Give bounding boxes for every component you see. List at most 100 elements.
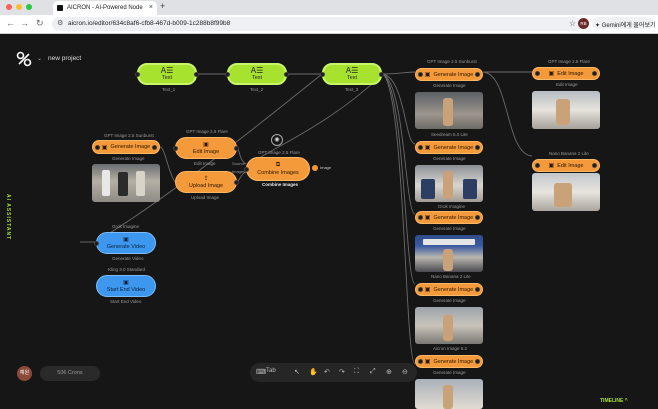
fit-view-icon[interactable]: ⤢ [370,368,376,376]
node-caption: Start End Video [110,299,142,304]
undo-icon[interactable]: ↶ [324,368,330,376]
node-button-label: Combine Images [257,170,299,176]
node-caption: Text_1 [162,87,176,92]
edge [382,71,416,75]
node-button-label: Generate Image [433,144,474,151]
redo-icon[interactable]: ↷ [339,368,345,376]
image-icon: ▣ [101,144,108,151]
project-name[interactable]: new project [48,55,81,62]
generate-image-node[interactable]: ▣ Generate Image [92,140,160,154]
edit-image-node[interactable]: ▣ Edit Image [532,67,600,80]
text-node-1[interactable]: A☰ Text [135,63,199,85]
output-port[interactable] [312,165,318,171]
generated-image-thumbnail[interactable] [415,92,483,129]
zoom-in-icon[interactable]: ⊕ [386,368,392,376]
node-canvas[interactable]: ⌄ new project A☰ Text Text_1 A☰ Text Tex… [0,34,658,409]
node-caption: Aicron Image 6.2 [433,346,468,351]
maximize-window-button[interactable] [26,4,32,10]
address-bar[interactable]: ⚙ aicron.io/editor/634c8af6-cfb8-467d-b0… [52,17,582,31]
image-icon: ▣ [424,359,431,365]
edit-image-icon: ▣ [548,163,555,169]
node-caption: Text_2 [250,87,264,92]
close-window-button[interactable] [6,4,12,10]
profile-avatar[interactable]: RB [578,18,589,29]
generate-image-node[interactable]: ▣ Generate Image [415,283,483,296]
node-button-label: Start End Video [106,287,146,293]
edit-image-icon: ▣ [548,71,555,77]
node-model-label: GPT Image 2.5 Flare [186,129,228,134]
generate-video-node[interactable]: ▣ Generate Video [94,232,156,254]
edit-image-node[interactable]: ▣ Edit Image [532,159,600,172]
node-button-label: Generate Image [110,144,151,150]
forward-icon[interactable]: → [20,18,29,28]
back-icon[interactable]: ← [6,18,15,28]
zoom-out-icon[interactable]: ⊖ [402,368,408,376]
timeline-toggle[interactable]: TIMELINE ^ [600,398,628,404]
generated-image-thumbnail[interactable] [415,307,483,344]
image-icon: ▣ [424,72,431,78]
crop-icon[interactable]: ⛶ [354,368,359,376]
preview-eye-icon[interactable]: ◉ [271,134,283,146]
start-end-video-node[interactable]: ▣ Start End Video [96,275,156,297]
edit-image-node[interactable]: ▣ Edit Image [173,137,239,159]
edited-image-thumbnail[interactable] [532,173,600,211]
node-caption: Seedream 5.0 Lite [431,132,468,137]
node-model-label: Kling 3.0 Standard [108,267,146,272]
node-caption: Generate Image [433,83,466,88]
generated-image-thumbnail[interactable] [92,164,160,202]
node-caption: Upload Image [191,195,220,200]
edge [382,73,416,285]
user-avatar[interactable]: 예원 [17,366,32,381]
image-icon: ▣ [424,145,431,151]
edited-image-thumbnail[interactable] [532,91,600,129]
chevron-down-icon[interactable]: ⌄ [37,55,42,62]
text-node-3[interactable]: A☰ Text [320,63,384,85]
node-caption: Text_3 [345,87,359,92]
edge [159,146,176,183]
node-button-label: Generate Video [106,244,146,250]
node-caption: Edit Image [556,82,578,87]
node-caption: Generate Video [112,256,144,261]
site-settings-icon[interactable]: ⚙ [57,19,63,27]
aicron-logo-icon[interactable] [16,51,32,67]
node-caption: Generate Image [433,226,466,231]
text-icon: A☰ [250,66,264,75]
generate-image-node[interactable]: ▣ Generate Image [415,355,483,368]
keyboard-icon[interactable]: ⌨ [256,368,266,376]
ai-assistant-tab[interactable]: AI ASSISTANT [2,194,12,254]
timeline-label: TIMELINE [600,398,624,404]
node-button-label: Generate Image [433,214,474,221]
browser-tab[interactable]: AICRON - AI-Powered Node × [53,1,157,15]
node-model-label: GPT Image 2.5 Flare [258,150,300,155]
generate-image-node[interactable]: ▣ Generate Image [415,141,483,154]
text-node-2[interactable]: A☰ Text [225,63,289,85]
close-tab-icon[interactable]: × [149,4,153,11]
node-button-label: Generate Image [433,286,474,293]
crons-balance[interactable]: 506 Crons [40,366,100,381]
node-caption: Generate Image [433,298,466,303]
edit-image-icon: ▣ [203,142,209,148]
generated-image-thumbnail[interactable] [415,235,483,272]
gemini-button[interactable]: ✦ Gemini에게 물어보기 [592,17,656,29]
upload-image-node[interactable]: ⇪ Upload Image [175,171,239,193]
text-icon: A☰ [160,66,174,75]
image-icon: ▣ [424,215,431,221]
node-button-label: Edit Image [192,149,220,155]
edge [482,71,533,157]
pointer-icon[interactable]: ↖ [294,368,300,376]
new-tab-button[interactable]: + [160,1,165,11]
hand-icon[interactable]: ✋ [309,368,318,376]
generate-image-node[interactable]: ▣ Generate Image [415,211,483,224]
generate-image-node[interactable]: ▣ Generate Image [415,68,483,81]
minimize-window-button[interactable] [16,4,22,10]
generated-image-thumbnail[interactable] [415,379,483,409]
tab-title: AICRON - AI-Powered Node [67,5,143,11]
bookmark-star-icon[interactable]: ☆ [569,19,576,28]
node-model-label: GPT Image 2.5 Sunburst [427,59,477,64]
reload-icon[interactable]: ↻ [36,18,44,29]
node-button-label: Edit Image [557,70,584,77]
combine-images-node[interactable]: ⧉ Combine Images [244,157,310,181]
generated-image-thumbnail[interactable] [415,165,483,202]
tab-label: Tab [266,368,276,374]
node-model-label: GPT Image 2.5 Sunburst [104,133,154,138]
